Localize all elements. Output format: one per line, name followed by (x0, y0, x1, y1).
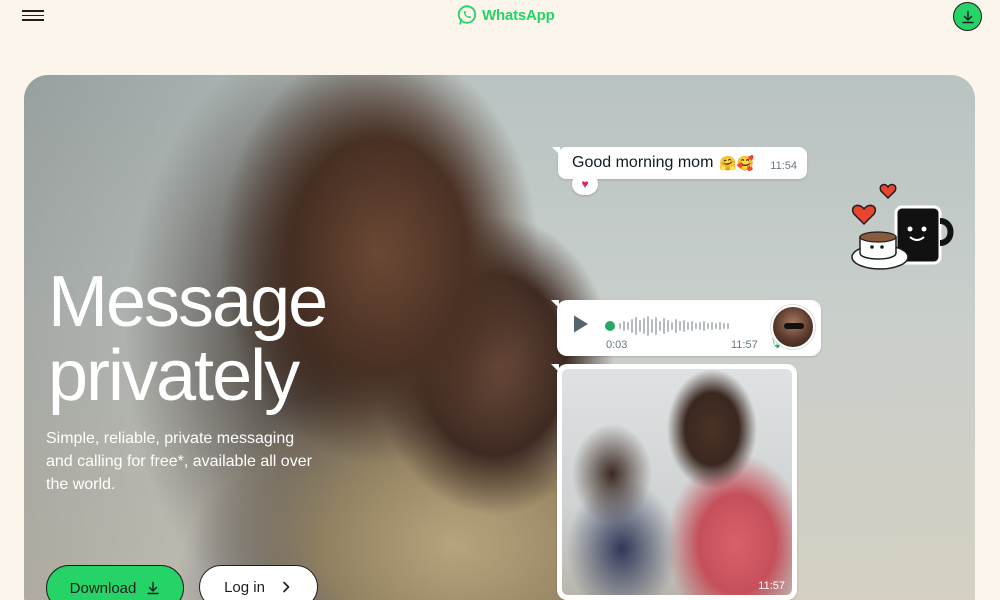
waveform-bar (727, 323, 729, 329)
waveform-bar (659, 321, 661, 331)
message-timestamp: 11:54 (770, 160, 797, 172)
waveform-bar (631, 319, 633, 333)
login-button[interactable]: Log in (199, 565, 318, 600)
waveform-bar (643, 318, 645, 334)
download-icon (961, 10, 974, 23)
nav-download-button[interactable] (953, 2, 982, 31)
voice-message-bubble: 0:03 11:57 🎙 (551, 300, 821, 356)
waveform-bar (623, 321, 625, 331)
waveform-bar (619, 323, 621, 329)
whatsapp-logo[interactable]: WhatsApp (456, 4, 555, 26)
voice-elapsed: 0:03 (606, 339, 628, 351)
waveform-bar (687, 322, 689, 330)
waveform-bar (667, 320, 669, 332)
audio-waveform[interactable] (605, 315, 765, 337)
waveform-bar (651, 319, 653, 333)
waveform-bar (675, 319, 677, 333)
voice-timestamp: 11:57 (731, 339, 758, 351)
play-icon[interactable] (572, 314, 590, 334)
download-icon (147, 581, 160, 595)
hero-subtitle: Simple, reliable, private messaging and … (46, 430, 312, 493)
brand-name: WhatsApp (482, 6, 555, 24)
waveform-bar (707, 323, 709, 329)
hero-banner: Message privately Simple, reliable, priv… (24, 75, 975, 600)
waveform-bar (691, 321, 693, 331)
playhead-dot[interactable] (605, 321, 615, 331)
waveform-bar (663, 318, 665, 334)
menu-button[interactable] (22, 10, 44, 22)
hamburger-menu-icon (22, 10, 44, 12)
waveform-bar (635, 317, 637, 335)
photo-message-bubble: 11:57 (551, 364, 797, 600)
waveform-bar (711, 322, 713, 330)
photo-timestamp: 11:57 (758, 580, 785, 592)
waveform-bar (671, 322, 673, 330)
download-button[interactable]: Download (46, 565, 184, 600)
waveform-bar (655, 317, 657, 335)
waveform-bar (679, 321, 681, 331)
waveform-bar (719, 322, 721, 330)
waveform-bar (715, 323, 717, 329)
shared-photo[interactable] (562, 369, 792, 595)
waveform-bar (695, 323, 697, 329)
chevron-right-icon (283, 581, 290, 593)
sender-avatar (771, 305, 815, 349)
waveform-bar (639, 320, 641, 332)
whatsapp-logo-icon (457, 5, 477, 25)
hero-title: Message privately (48, 262, 328, 416)
waveform-bar (627, 322, 629, 330)
waveform-bar (647, 316, 649, 336)
waveform-bar (703, 321, 705, 331)
chat-message-bubble: Good morning mom 🤗🥰 11:54 (552, 147, 807, 179)
waveform-bar (723, 323, 725, 329)
waveform-bar (683, 320, 685, 332)
waveform-bar (699, 322, 701, 330)
coffee-cups-sticker (851, 183, 954, 270)
heart-reaction-icon: ♥ (572, 173, 598, 195)
